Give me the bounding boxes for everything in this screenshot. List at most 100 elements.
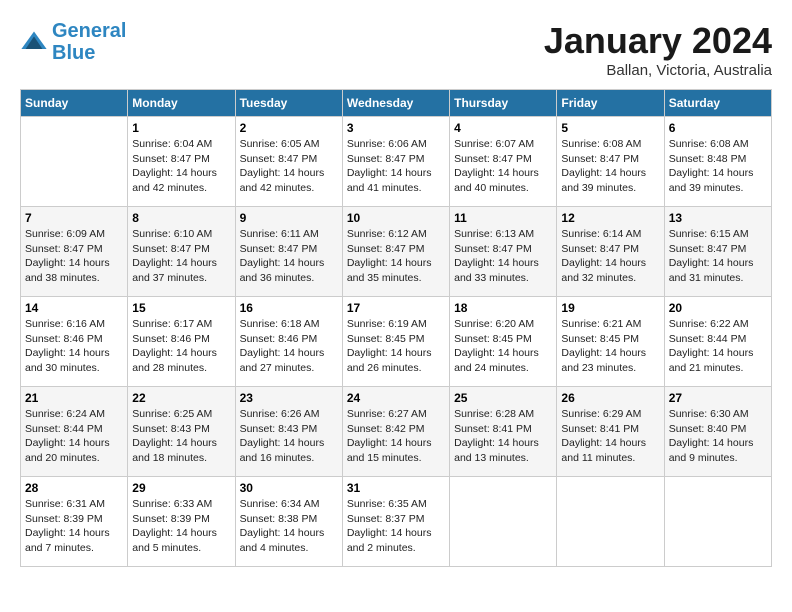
calendar-day-cell: 13 Sunrise: 6:15 AM Sunset: 8:47 PM Dayli… (664, 207, 771, 297)
day-number: 11 (454, 211, 552, 225)
calendar-day-cell: 23Sunrise: 6:26 AM Sunset: 8:43 PM Dayli… (235, 387, 342, 477)
day-number: 19 (561, 301, 659, 315)
day-info: Sunrise: 6:28 AM Sunset: 8:41 PM Dayligh… (454, 407, 552, 466)
title-block: January 2024 Ballan, Victoria, Australia (544, 20, 772, 79)
day-info: Sunrise: 6:15 AM Sunset: 8:47 PM Dayligh… (669, 227, 767, 286)
day-number: 8 (132, 211, 230, 225)
calendar-table: SundayMondayTuesdayWednesdayThursdayFrid… (20, 89, 772, 567)
day-number: 14 (25, 301, 123, 315)
day-info: Sunrise: 6:18 AM Sunset: 8:46 PM Dayligh… (240, 317, 338, 376)
day-info: Sunrise: 6:17 AM Sunset: 8:46 PM Dayligh… (132, 317, 230, 376)
calendar-day-cell: 9Sunrise: 6:11 AM Sunset: 8:47 PM Daylig… (235, 207, 342, 297)
day-number: 10 (347, 211, 445, 225)
day-number: 25 (454, 391, 552, 405)
day-number: 15 (132, 301, 230, 315)
month-title: January 2024 (544, 20, 772, 62)
day-number: 12 (561, 211, 659, 225)
calendar-day-cell: 12 Sunrise: 6:14 AM Sunset: 8:47 PM Dayli… (557, 207, 664, 297)
calendar-week-row: 21 Sunrise: 6:24 AM Sunset: 8:44 PM Dayli… (21, 387, 772, 477)
calendar-day-cell: 10 Sunrise: 6:12 AM Sunset: 8:47 PM Dayli… (342, 207, 449, 297)
logo-line1: General (52, 20, 126, 42)
day-info: Sunrise: 6:33 AM Sunset: 8:39 PM Dayligh… (132, 497, 230, 556)
day-number: 27 (669, 391, 767, 405)
day-number: 20 (669, 301, 767, 315)
day-number: 7 (25, 211, 123, 225)
day-number: 1 (132, 121, 230, 135)
day-number: 2 (240, 121, 338, 135)
logo-icon (20, 28, 48, 56)
day-info: Sunrise: 6:22 AM Sunset: 8:44 PM Dayligh… (669, 317, 767, 376)
calendar-day-cell: 21 Sunrise: 6:24 AM Sunset: 8:44 PM Dayli… (21, 387, 128, 477)
day-number: 22 (132, 391, 230, 405)
day-info: Sunrise: 6:12 AM Sunset: 8:47 PM Dayligh… (347, 227, 445, 286)
day-number: 17 (347, 301, 445, 315)
calendar-day-cell: 22 Sunrise: 6:25 AM Sunset: 8:43 PM Dayli… (128, 387, 235, 477)
day-info: Sunrise: 6:08 AM Sunset: 8:47 PM Dayligh… (561, 137, 659, 196)
calendar-day-cell: 15 Sunrise: 6:17 AM Sunset: 8:46 PM Dayli… (128, 297, 235, 387)
calendar-header: SundayMondayTuesdayWednesdayThursdayFrid… (21, 90, 772, 117)
day-info: Sunrise: 6:19 AM Sunset: 8:45 PM Dayligh… (347, 317, 445, 376)
day-number: 18 (454, 301, 552, 315)
page-header: General Blue January 2024 Ballan, Victor… (20, 20, 772, 79)
day-number: 29 (132, 481, 230, 495)
day-info: Sunrise: 6:04 AM Sunset: 8:47 PM Dayligh… (132, 137, 230, 196)
day-number: 21 (25, 391, 123, 405)
calendar-day-cell: 19 Sunrise: 6:21 AM Sunset: 8:45 PM Dayli… (557, 297, 664, 387)
day-info: Sunrise: 6:25 AM Sunset: 8:43 PM Dayligh… (132, 407, 230, 466)
day-number: 6 (669, 121, 767, 135)
day-number: 13 (669, 211, 767, 225)
calendar-day-cell: 2 Sunrise: 6:05 AM Sunset: 8:47 PM Daylig… (235, 117, 342, 207)
calendar-day-cell: 6 Sunrise: 6:08 AM Sunset: 8:48 PM Daylig… (664, 117, 771, 207)
day-info: Sunrise: 6:14 AM Sunset: 8:47 PM Dayligh… (561, 227, 659, 286)
logo-text: General Blue (52, 20, 126, 64)
calendar-day-cell (557, 477, 664, 567)
calendar-day-cell: 16Sunrise: 6:18 AM Sunset: 8:46 PM Dayli… (235, 297, 342, 387)
calendar-day-cell: 26 Sunrise: 6:29 AM Sunset: 8:41 PM Dayli… (557, 387, 664, 477)
day-info: Sunrise: 6:07 AM Sunset: 8:47 PM Dayligh… (454, 137, 552, 196)
day-info: Sunrise: 6:11 AM Sunset: 8:47 PM Dayligh… (240, 227, 338, 286)
calendar-week-row: 28 Sunrise: 6:31 AM Sunset: 8:39 PM Dayli… (21, 477, 772, 567)
day-info: Sunrise: 6:29 AM Sunset: 8:41 PM Dayligh… (561, 407, 659, 466)
day-info: Sunrise: 6:10 AM Sunset: 8:47 PM Dayligh… (132, 227, 230, 286)
calendar-day-cell: 18 Sunrise: 6:20 AM Sunset: 8:45 PM Dayli… (450, 297, 557, 387)
day-number: 4 (454, 121, 552, 135)
calendar-day-cell: 24Sunrise: 6:27 AM Sunset: 8:42 PM Dayli… (342, 387, 449, 477)
day-info: Sunrise: 6:21 AM Sunset: 8:45 PM Dayligh… (561, 317, 659, 376)
location-subtitle: Ballan, Victoria, Australia (544, 62, 772, 79)
day-info: Sunrise: 6:16 AM Sunset: 8:46 PM Dayligh… (25, 317, 123, 376)
day-number: 3 (347, 121, 445, 135)
weekday-header: Tuesday (235, 90, 342, 117)
calendar-day-cell (664, 477, 771, 567)
day-info: Sunrise: 6:24 AM Sunset: 8:44 PM Dayligh… (25, 407, 123, 466)
calendar-body: 1 Sunrise: 6:04 AM Sunset: 8:47 PM Daylig… (21, 117, 772, 567)
day-info: Sunrise: 6:26 AM Sunset: 8:43 PM Dayligh… (240, 407, 338, 466)
calendar-day-cell: 31Sunrise: 6:35 AM Sunset: 8:37 PM Dayli… (342, 477, 449, 567)
day-info: Sunrise: 6:05 AM Sunset: 8:47 PM Dayligh… (240, 137, 338, 196)
calendar-day-cell: 11Sunrise: 6:13 AM Sunset: 8:47 PM Dayli… (450, 207, 557, 297)
day-info: Sunrise: 6:34 AM Sunset: 8:38 PM Dayligh… (240, 497, 338, 556)
day-info: Sunrise: 6:20 AM Sunset: 8:45 PM Dayligh… (454, 317, 552, 376)
calendar-day-cell: 25 Sunrise: 6:28 AM Sunset: 8:41 PM Dayli… (450, 387, 557, 477)
calendar-week-row: 1 Sunrise: 6:04 AM Sunset: 8:47 PM Daylig… (21, 117, 772, 207)
day-number: 30 (240, 481, 338, 495)
calendar-day-cell: 3Sunrise: 6:06 AM Sunset: 8:47 PM Daylig… (342, 117, 449, 207)
calendar-day-cell: 20 Sunrise: 6:22 AM Sunset: 8:44 PM Dayli… (664, 297, 771, 387)
day-number: 28 (25, 481, 123, 495)
day-number: 24 (347, 391, 445, 405)
logo-line2: Blue (52, 42, 95, 64)
calendar-week-row: 7 Sunrise: 6:09 AM Sunset: 8:47 PM Daylig… (21, 207, 772, 297)
calendar-week-row: 14 Sunrise: 6:16 AM Sunset: 8:46 PM Dayli… (21, 297, 772, 387)
calendar-day-cell: 17 Sunrise: 6:19 AM Sunset: 8:45 PM Dayli… (342, 297, 449, 387)
day-info: Sunrise: 6:09 AM Sunset: 8:47 PM Dayligh… (25, 227, 123, 286)
calendar-day-cell: 1 Sunrise: 6:04 AM Sunset: 8:47 PM Daylig… (128, 117, 235, 207)
day-info: Sunrise: 6:08 AM Sunset: 8:48 PM Dayligh… (669, 137, 767, 196)
calendar-day-cell: 4 Sunrise: 6:07 AM Sunset: 8:47 PM Daylig… (450, 117, 557, 207)
calendar-day-cell (21, 117, 128, 207)
day-info: Sunrise: 6:31 AM Sunset: 8:39 PM Dayligh… (25, 497, 123, 556)
calendar-day-cell: 5Sunrise: 6:08 AM Sunset: 8:47 PM Daylig… (557, 117, 664, 207)
day-number: 26 (561, 391, 659, 405)
weekday-header: Friday (557, 90, 664, 117)
calendar-day-cell: 14 Sunrise: 6:16 AM Sunset: 8:46 PM Dayli… (21, 297, 128, 387)
day-info: Sunrise: 6:35 AM Sunset: 8:37 PM Dayligh… (347, 497, 445, 556)
weekday-header: Wednesday (342, 90, 449, 117)
